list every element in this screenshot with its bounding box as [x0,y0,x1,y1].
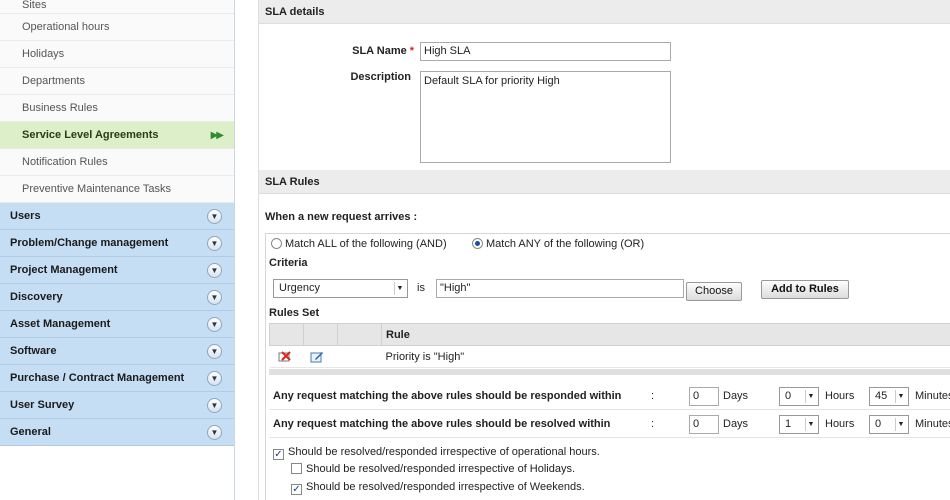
main-panel: SLA details SLA Name * High SLA Descripti… [258,0,950,500]
sla-name-label: SLA Name * [352,45,414,57]
chevron-down-icon: ▼ [207,209,222,224]
match-all-radio[interactable] [271,238,282,249]
chevron-down-icon: ▼ [207,344,222,359]
chevron-down-icon: ▼ [207,425,222,440]
respond-minutes-select[interactable]: 45 ▼ [869,387,909,406]
operational-hours-checkbox[interactable]: ✓ [273,449,284,460]
rule-column-header: Rule [381,323,950,346]
criteria-value-input[interactable]: "High" [436,279,684,298]
match-all-option[interactable]: Match ALL of the following (AND) [271,238,447,250]
chevron-down-icon: ▼ [207,290,222,305]
criteria-operator: is [417,282,425,294]
trigger-label: When a new request arrives : [265,211,418,223]
edit-rule-icon[interactable] [310,351,324,363]
rule-text: Priority is "High" [381,345,950,368]
sidebar-category-general[interactable]: General ▼ [0,419,234,446]
sidebar-item-sites[interactable]: Sites [0,0,234,14]
respond-hours-select[interactable]: 0 ▼ [779,387,819,406]
sidebar-item-preventive-maintenance[interactable]: Preventive Maintenance Tasks [0,176,234,203]
operational-hours-option[interactable]: ✓ Should be resolved/responded irrespecti… [273,446,600,460]
sidebar: Sites Operational hours Holidays Departm… [0,0,235,500]
rules-set-label: Rules Set [269,307,320,319]
delete-rule-icon[interactable] [278,350,292,363]
table-row: Priority is "High" [269,345,950,368]
criteria-label: Criteria [269,257,308,269]
respond-days-input[interactable]: 0 [689,387,719,406]
description-textarea[interactable]: Default SLA for priority High [420,71,671,163]
holidays-option[interactable]: Should be resolved/responded irrespectiv… [291,463,575,475]
sidebar-category-users[interactable]: Users ▼ [0,203,234,230]
match-any-option[interactable]: Match ANY of the following (OR) [472,238,644,250]
sidebar-category-software[interactable]: Software ▼ [0,338,234,365]
sidebar-item-notification-rules[interactable]: Notification Rules [0,149,234,176]
chevron-down-icon: ▼ [207,398,222,413]
sidebar-item-holidays[interactable]: Holidays [0,41,234,68]
sidebar-category-discovery[interactable]: Discovery ▼ [0,284,234,311]
sidebar-category-problem-change[interactable]: Problem/Change management ▼ [0,230,234,257]
add-to-rules-button[interactable]: Add to Rules [761,280,849,299]
weekends-option[interactable]: ✓ Should be resolved/responded irrespecti… [291,481,585,495]
rules-table-header: Rule [269,323,950,346]
criteria-field-select[interactable]: Urgency ▼ [273,279,408,298]
rules-divider [269,369,950,375]
dropdown-arrow-icon: ▼ [805,390,816,403]
sidebar-category-purchase-contract[interactable]: Purchase / Contract Management ▼ [0,365,234,392]
dropdown-arrow-icon: ▼ [394,282,405,295]
resolve-minutes-select[interactable]: 0 ▼ [869,415,909,434]
chevron-down-icon: ▼ [207,317,222,332]
sla-details-header: SLA details [259,0,950,24]
sidebar-item-business-rules[interactable]: Business Rules [0,95,234,122]
rules-set-table: Rule Priority is "High" [269,323,950,368]
sidebar-item-departments[interactable]: Departments [0,68,234,95]
description-label: Description [350,71,411,83]
holidays-checkbox[interactable] [291,463,302,474]
double-arrow-right-icon: ▶▶ [210,130,224,141]
choose-button[interactable]: Choose [686,282,742,301]
resolve-days-input[interactable]: 0 [689,415,719,434]
required-asterisk: * [409,45,414,57]
chevron-down-icon: ▼ [207,263,222,278]
weekends-checkbox[interactable]: ✓ [291,484,302,495]
chevron-down-icon: ▼ [207,371,222,386]
sla-rules-header: SLA Rules [259,170,950,194]
sidebar-category-user-survey[interactable]: User Survey ▼ [0,392,234,419]
resolve-hours-select[interactable]: 1 ▼ [779,415,819,434]
dropdown-arrow-icon: ▼ [895,418,906,431]
sidebar-category-asset-management[interactable]: Asset Management ▼ [0,311,234,338]
sidebar-category-project-management[interactable]: Project Management ▼ [0,257,234,284]
sidebar-item-operational-hours[interactable]: Operational hours [0,14,234,41]
sla-name-input[interactable]: High SLA [420,42,671,61]
match-any-radio[interactable] [472,238,483,249]
dropdown-arrow-icon: ▼ [895,390,906,403]
dropdown-arrow-icon: ▼ [805,418,816,431]
chevron-down-icon: ▼ [207,236,222,251]
sidebar-item-service-level-agreements[interactable]: Service Level Agreements ▶▶ [0,122,234,149]
